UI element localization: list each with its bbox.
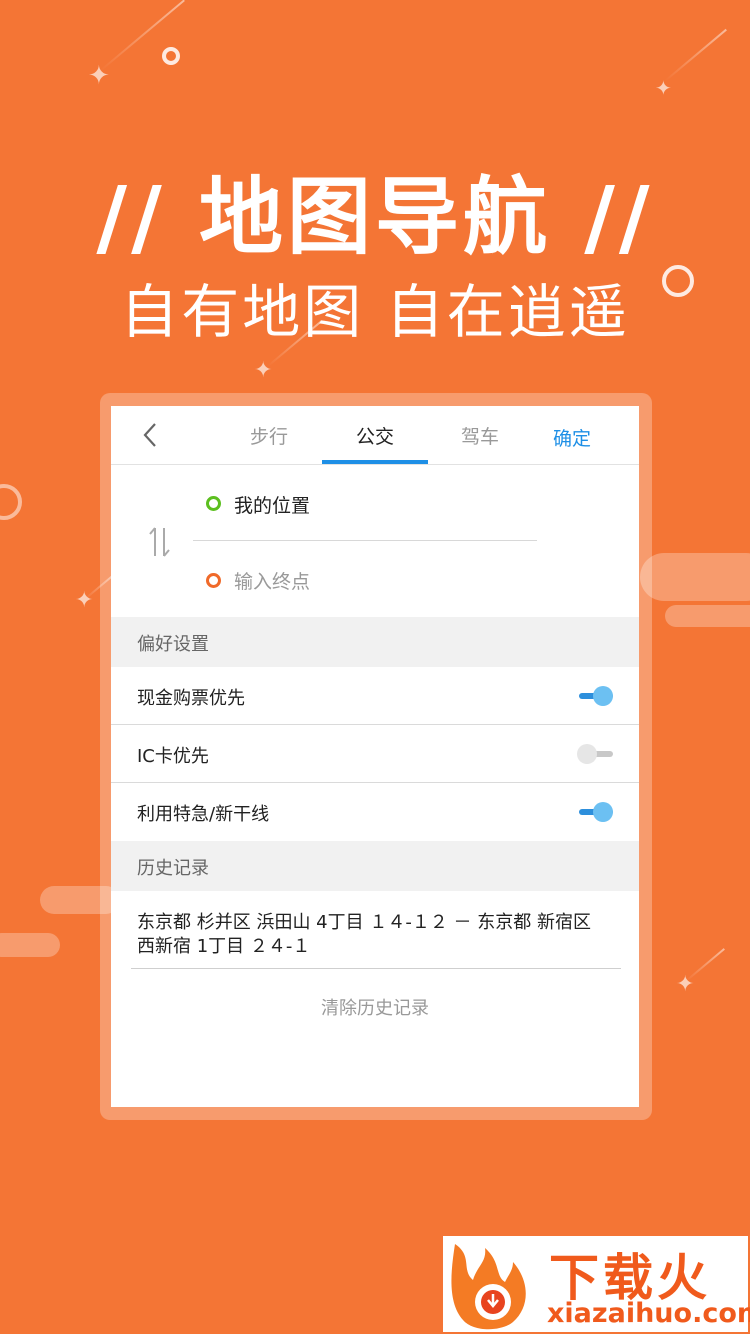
top-navbar: 步行 公交 驾车 确定 xyxy=(111,406,639,465)
history-entry[interactable]: 东京都 杉并区 浜田山 4丁目 １４-１２ － 东京都 新宿区 西新宿 1丁目 … xyxy=(131,892,621,969)
end-point-icon xyxy=(206,573,221,588)
destination-input[interactable]: 输入终点 xyxy=(234,567,310,594)
tab-walk[interactable]: 步行 xyxy=(219,422,319,449)
pref-label: 利用特急/新干线 xyxy=(137,804,270,825)
cash-ticket-toggle[interactable] xyxy=(577,685,615,707)
watermark-url: xiazaihuo.com xyxy=(547,1298,750,1329)
decor-cloud xyxy=(665,605,750,627)
confirm-button[interactable]: 确定 xyxy=(553,424,591,451)
decor-sparkle-icon: ✦ xyxy=(88,61,110,91)
decor-streak xyxy=(664,28,727,82)
promo-headline: // 地图导航 // xyxy=(96,168,654,266)
decor-ring xyxy=(0,484,22,520)
history-header: 历史记录 xyxy=(111,841,639,891)
tab-drive[interactable]: 驾车 xyxy=(430,422,530,449)
ic-card-toggle[interactable] xyxy=(577,743,615,765)
active-tab-indicator xyxy=(322,460,428,464)
express-toggle[interactable] xyxy=(577,801,615,823)
flame-logo-icon xyxy=(451,1244,526,1330)
phone-screen: 步行 公交 驾车 确定 我的位置 输入终点 偏好设置 现金购票优先 IC卡优先 … xyxy=(111,406,639,1107)
preferences-header: 偏好设置 xyxy=(111,617,639,667)
promo-subline: 自有地图 自在逍遥 xyxy=(120,278,630,346)
decor-sparkle-icon: ✦ xyxy=(655,76,672,100)
chevron-left-icon xyxy=(143,423,156,447)
swap-icon[interactable] xyxy=(147,525,173,559)
watermark-logo: 下载火 xiazaihuo.com xyxy=(443,1236,750,1332)
decor-sparkle-icon: ✦ xyxy=(75,588,94,613)
tab-transit[interactable]: 公交 xyxy=(325,422,425,449)
start-location-field[interactable]: 我的位置 xyxy=(234,491,310,518)
pref-row-express: 利用特急/新干线 xyxy=(111,783,639,840)
clear-history-button[interactable]: 清除历史记录 xyxy=(111,994,639,1020)
history-entry-line2: 西新宿 1丁目 ２４-１ xyxy=(137,936,311,957)
back-button[interactable] xyxy=(137,418,167,452)
route-divider xyxy=(193,540,537,541)
history-header-label: 历史记录 xyxy=(137,858,209,879)
route-panel: 我的位置 输入终点 xyxy=(111,465,639,617)
decor-sparkle-icon: ✦ xyxy=(254,358,273,383)
pref-label: IC卡优先 xyxy=(137,746,209,767)
pref-label: 现金购票优先 xyxy=(137,688,245,709)
decor-cloud xyxy=(0,933,60,957)
start-point-icon xyxy=(206,496,221,511)
preferences-header-label: 偏好设置 xyxy=(137,634,209,655)
pref-row-cash: 现金购票优先 xyxy=(111,667,639,725)
decor-cloud xyxy=(640,553,750,601)
decor-ring xyxy=(162,47,180,65)
pref-row-ic-card: IC卡优先 xyxy=(111,725,639,783)
decor-sparkle-icon: ✦ xyxy=(676,972,695,997)
history-entry-line1: 东京都 杉并区 浜田山 4丁目 １４-１２ － 东京都 新宿区 xyxy=(137,912,591,933)
